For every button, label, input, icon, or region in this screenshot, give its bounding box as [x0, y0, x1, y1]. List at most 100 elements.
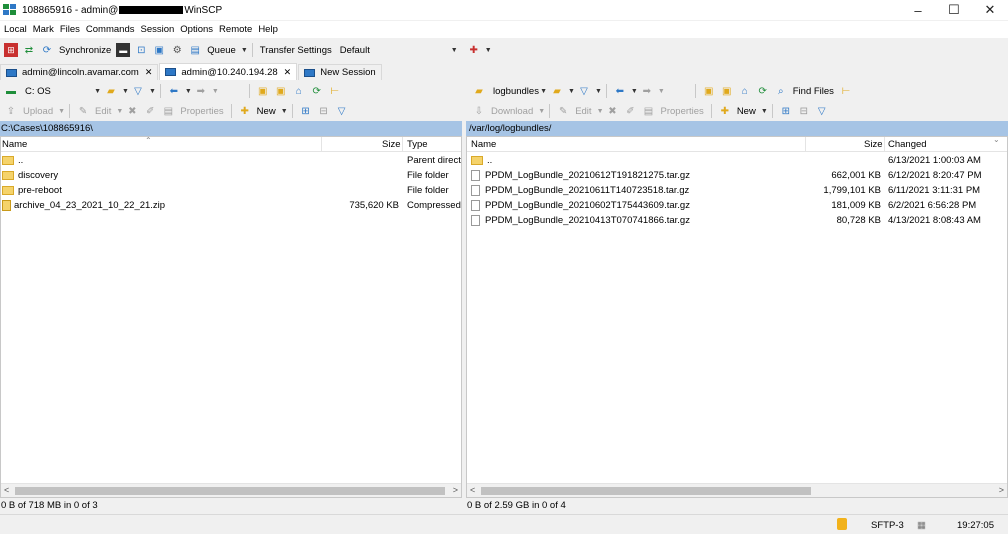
- properties-icon[interactable]: ▤: [161, 104, 175, 118]
- list-item[interactable]: PPDM_LogBundle_20210413T070741866.tar.gz…: [467, 213, 1007, 228]
- forward-dropdown-icon[interactable]: ▼: [658, 88, 665, 95]
- maximize-button[interactable]: ☐: [936, 0, 972, 20]
- refresh-icon[interactable]: ⟳: [756, 84, 770, 98]
- edit-button[interactable]: Edit: [575, 106, 591, 117]
- upload-dropdown-icon[interactable]: ▼: [58, 108, 65, 115]
- open-folder-icon[interactable]: ▰: [104, 84, 118, 98]
- upload-button[interactable]: Upload: [23, 106, 53, 117]
- properties-button[interactable]: Properties: [661, 106, 704, 117]
- left-horizontal-scrollbar[interactable]: < >: [1, 483, 461, 497]
- scrollbar-thumb[interactable]: [481, 487, 811, 495]
- menu-local[interactable]: Local: [4, 24, 27, 35]
- col-type-header[interactable]: Type: [407, 139, 428, 150]
- edit-dropdown-icon[interactable]: ▼: [116, 108, 123, 115]
- delete-icon[interactable]: ✖: [125, 104, 139, 118]
- right-folder-select[interactable]: logbundles ▼: [488, 84, 548, 99]
- synchronize-icon[interactable]: ⟳: [40, 43, 54, 57]
- filter-select-icon[interactable]: ▽: [815, 104, 829, 118]
- forward-arrow-icon[interactable]: ➡: [194, 84, 208, 98]
- unselect-all-icon[interactable]: ⊟: [317, 104, 331, 118]
- minimize-button[interactable]: –: [900, 0, 936, 20]
- root-directory-icon[interactable]: ▣: [274, 84, 288, 98]
- right-horizontal-scrollbar[interactable]: < >: [467, 483, 1007, 497]
- keep-up-to-date-icon[interactable]: ⇄: [22, 43, 36, 57]
- preferences-window-icon[interactable]: ▣: [152, 43, 166, 57]
- compare-directories-icon[interactable]: ⊞: [4, 43, 18, 57]
- download-dropdown-icon[interactable]: ▼: [538, 108, 545, 115]
- back-dropdown-icon[interactable]: ▼: [631, 88, 638, 95]
- terminal-icon[interactable]: ▬: [116, 43, 131, 57]
- transfer-settings-icon[interactable]: ✚: [467, 43, 481, 57]
- folder-dropdown-icon[interactable]: ▼: [122, 88, 129, 95]
- parent-directory-icon[interactable]: ▣: [256, 84, 270, 98]
- close-tab-icon[interactable]: ✕: [284, 67, 292, 78]
- filter-dropdown-icon[interactable]: ▼: [595, 88, 602, 95]
- back-arrow-icon[interactable]: ⬅: [167, 84, 181, 98]
- forward-dropdown-icon[interactable]: ▼: [212, 88, 219, 95]
- col-changed-header[interactable]: Changed: [888, 139, 927, 150]
- back-arrow-icon[interactable]: ⬅: [613, 84, 627, 98]
- synchronize-button[interactable]: Synchronize: [59, 45, 111, 56]
- new-icon[interactable]: ✚: [718, 104, 732, 118]
- edit-dropdown-icon[interactable]: ▼: [597, 108, 604, 115]
- menu-help[interactable]: Help: [258, 24, 278, 35]
- col-name-header[interactable]: Name: [2, 139, 27, 150]
- transfer-settings-dropdown-icon[interactable]: ▼: [485, 47, 492, 54]
- filter-icon[interactable]: ▽: [577, 84, 591, 98]
- lock-icon[interactable]: [837, 518, 847, 530]
- download-icon[interactable]: ⇩: [472, 104, 486, 118]
- home-icon[interactable]: ⌂: [738, 84, 752, 98]
- menu-mark[interactable]: Mark: [33, 24, 54, 35]
- new-button[interactable]: New: [737, 106, 756, 117]
- refresh-icon[interactable]: ⟳: [310, 84, 324, 98]
- right-path-bar[interactable]: /var/log/logbundles/: [466, 121, 1008, 136]
- folder-dropdown-icon[interactable]: ▼: [568, 88, 575, 95]
- edit-icon[interactable]: ✎: [556, 104, 570, 118]
- transfer-settings-select[interactable]: Default ▼: [335, 43, 458, 58]
- menu-remote[interactable]: Remote: [219, 24, 252, 35]
- list-item[interactable]: pre-reboot File folder: [1, 183, 461, 198]
- open-folder-icon[interactable]: ▰: [550, 84, 564, 98]
- menu-files[interactable]: Files: [60, 24, 80, 35]
- new-icon[interactable]: ✚: [238, 104, 252, 118]
- left-drive-select[interactable]: C: OS ▼: [20, 84, 102, 99]
- unselect-all-icon[interactable]: ⊟: [797, 104, 811, 118]
- new-dropdown-icon[interactable]: ▼: [761, 108, 768, 115]
- back-dropdown-icon[interactable]: ▼: [185, 88, 192, 95]
- find-files-button[interactable]: Find Files: [793, 86, 834, 97]
- tree-icon[interactable]: ⊢: [839, 84, 853, 98]
- rename-icon[interactable]: ✐: [624, 104, 638, 118]
- download-button[interactable]: Download: [491, 106, 533, 117]
- list-item[interactable]: .. Parent direct: [1, 153, 461, 168]
- menu-commands[interactable]: Commands: [86, 24, 135, 35]
- select-all-icon[interactable]: ⊞: [779, 104, 793, 118]
- filter-select-icon[interactable]: ▽: [335, 104, 349, 118]
- queue-dropdown-icon[interactable]: ▼: [241, 47, 248, 54]
- delete-icon[interactable]: ✖: [606, 104, 620, 118]
- tab-new-session[interactable]: New Session: [298, 64, 382, 80]
- select-all-icon[interactable]: ⊞: [299, 104, 313, 118]
- menu-options[interactable]: Options: [180, 24, 213, 35]
- root-directory-icon[interactable]: ▣: [720, 84, 734, 98]
- col-size-header[interactable]: Size: [864, 139, 882, 150]
- scroll-right-icon[interactable]: >: [453, 485, 458, 495]
- list-item[interactable]: PPDM_LogBundle_20210611T140723518.tar.gz…: [467, 183, 1007, 198]
- forward-arrow-icon[interactable]: ➡: [640, 84, 654, 98]
- filter-dropdown-icon[interactable]: ▼: [149, 88, 156, 95]
- new-dropdown-icon[interactable]: ▼: [281, 108, 288, 115]
- properties-icon[interactable]: ▤: [642, 104, 656, 118]
- col-size-header[interactable]: Size: [382, 139, 400, 150]
- gear-icon[interactable]: ⚙: [170, 43, 184, 57]
- menu-session[interactable]: Session: [140, 24, 174, 35]
- upload-icon[interactable]: ⇪: [4, 104, 18, 118]
- home-icon[interactable]: ⌂: [292, 84, 306, 98]
- rename-icon[interactable]: ✐: [143, 104, 157, 118]
- col-name-header[interactable]: Name: [471, 139, 496, 150]
- new-button[interactable]: New: [257, 106, 276, 117]
- close-tab-icon[interactable]: ✕: [145, 67, 153, 78]
- list-item[interactable]: PPDM_LogBundle_20210602T175443609.tar.gz…: [467, 198, 1007, 213]
- left-path-bar[interactable]: C:\Cases\108865916\: [0, 121, 462, 136]
- filter-icon[interactable]: ▽: [131, 84, 145, 98]
- tab-session-lincoln[interactable]: admin@lincoln.avamar.com ✕: [0, 64, 159, 80]
- list-item[interactable]: discovery File folder: [1, 168, 461, 183]
